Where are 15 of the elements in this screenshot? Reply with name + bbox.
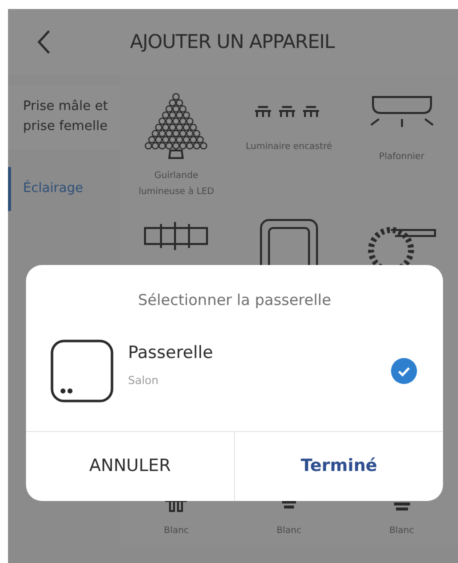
gateway-name: Passerelle <box>128 342 214 366</box>
dialog-title: Sélectionner la passerelle <box>138 290 332 311</box>
device-label: Blanc <box>388 525 416 538</box>
back-icon <box>37 29 51 55</box>
page-title: AJOUTER UN APPAREIL <box>130 30 335 55</box>
done-button[interactable]: Terminé <box>234 432 443 501</box>
gateway-room: Salon <box>128 372 160 389</box>
cancel-button[interactable]: ANNULER <box>26 432 234 501</box>
device-label: Blanc <box>276 525 302 538</box>
device-label: Luminaire encastré <box>244 140 334 154</box>
device-label: Guirlande lumineuse à LED <box>138 170 216 199</box>
check-circle-icon[interactable] <box>391 358 417 384</box>
device-label: Blanc <box>162 525 190 538</box>
device-label: Plafonnier <box>378 151 426 164</box>
gateway-icon <box>50 339 114 404</box>
